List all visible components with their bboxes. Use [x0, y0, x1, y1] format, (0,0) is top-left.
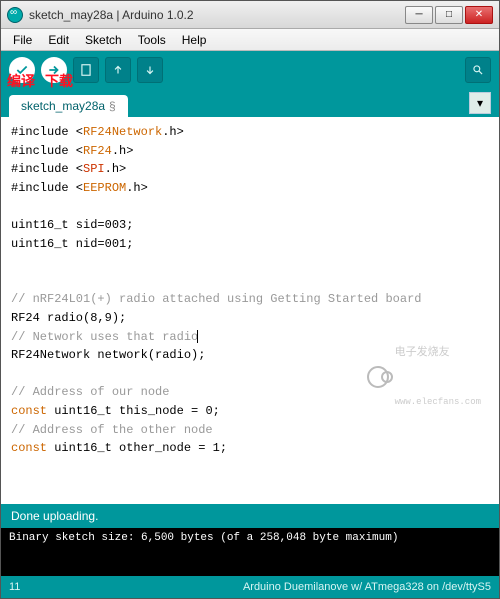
open-sketch-button[interactable]	[105, 57, 131, 83]
tab-sketch[interactable]: sketch_may28a §	[9, 95, 128, 117]
maximize-button[interactable]: □	[435, 6, 463, 24]
close-button[interactable]: ✕	[465, 6, 493, 24]
tab-menu-button[interactable]: ▾	[469, 92, 491, 114]
console-output[interactable]: Binary sketch size: 6,500 bytes (of a 25…	[1, 528, 499, 576]
footer: 11 Arduino Duemilanove w/ ATmega328 on /…	[1, 576, 499, 598]
menubar: File Edit Sketch Tools Help	[1, 29, 499, 51]
watermark: 电子发烧友 www.elecfans.com	[367, 311, 481, 444]
app-window: sketch_may28a | Arduino 1.0.2 ─ □ ✕ File…	[0, 0, 500, 599]
window-buttons: ─ □ ✕	[405, 6, 493, 24]
menu-file[interactable]: File	[7, 31, 38, 49]
tabbar: sketch_may28a § ▾	[1, 89, 499, 117]
watermark-text: 电子发烧友	[395, 345, 481, 362]
arduino-app-icon	[7, 7, 23, 23]
text-cursor	[197, 330, 198, 343]
tab-label: sketch_may28a	[21, 99, 105, 113]
save-sketch-button[interactable]	[137, 57, 163, 83]
watermark-logo-icon	[367, 366, 389, 388]
minimize-button[interactable]: ─	[405, 6, 433, 24]
new-sketch-button[interactable]	[73, 57, 99, 83]
status-bar: Done uploading.	[1, 504, 499, 528]
line-number: 11	[9, 581, 20, 593]
watermark-url: www.elecfans.com	[395, 396, 481, 410]
status-message: Done uploading.	[11, 509, 98, 523]
window-title: sketch_may28a | Arduino 1.0.2	[29, 8, 405, 22]
menu-tools[interactable]: Tools	[132, 31, 172, 49]
menu-edit[interactable]: Edit	[42, 31, 75, 49]
titlebar: sketch_may28a | Arduino 1.0.2 ─ □ ✕	[1, 1, 499, 29]
console-line: Binary sketch size: 6,500 bytes (of a 25…	[9, 532, 491, 544]
toolbar: 编译 下载	[1, 51, 499, 89]
annotation-compile: 编译	[7, 71, 35, 91]
code-editor[interactable]: #include <RF24Network.h> #include <RF24.…	[1, 117, 499, 504]
annotation-download: 下载	[45, 71, 73, 91]
serial-monitor-button[interactable]	[465, 57, 491, 83]
menu-help[interactable]: Help	[176, 31, 213, 49]
board-info: Arduino Duemilanove w/ ATmega328 on /dev…	[243, 581, 491, 593]
menu-sketch[interactable]: Sketch	[79, 31, 128, 49]
tab-marker: §	[109, 99, 116, 113]
